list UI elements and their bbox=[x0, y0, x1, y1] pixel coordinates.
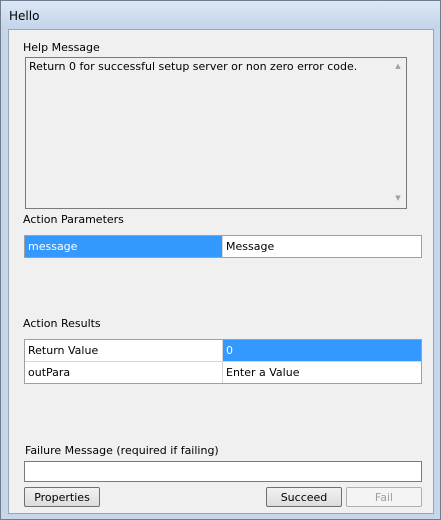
succeed-button[interactable]: Succeed bbox=[266, 487, 342, 507]
dialog-window: Hello Help Message Return 0 for successf… bbox=[0, 0, 441, 520]
parameter-value-cell[interactable]: Message bbox=[223, 236, 421, 257]
properties-button[interactable]: Properties bbox=[24, 487, 100, 507]
action-parameters-grid[interactable]: message Message bbox=[24, 235, 422, 258]
help-message-text: Return 0 for successful setup server or … bbox=[29, 60, 358, 73]
dialog-client-area: Help Message Return 0 for successful set… bbox=[8, 29, 434, 514]
result-value-cell[interactable]: 0 bbox=[223, 340, 421, 361]
failure-message-input[interactable] bbox=[24, 461, 422, 482]
result-name-cell[interactable]: outPara bbox=[25, 362, 223, 383]
action-results-grid[interactable]: Return Value 0 outPara Enter a Value bbox=[24, 339, 422, 384]
scroll-up-arrow-icon[interactable]: ▲ bbox=[390, 59, 406, 73]
result-name-cell[interactable]: Return Value bbox=[25, 340, 223, 361]
help-message-label: Help Message bbox=[23, 41, 100, 54]
action-results-label: Action Results bbox=[23, 317, 101, 330]
table-row[interactable]: Return Value 0 bbox=[25, 340, 421, 362]
title-bar[interactable]: Hello bbox=[1, 1, 440, 29]
window-title: Hello bbox=[9, 9, 40, 23]
failure-message-label: Failure Message (required if failing) bbox=[25, 444, 219, 457]
fail-button[interactable]: Fail bbox=[346, 487, 422, 507]
scroll-down-arrow-icon[interactable]: ▼ bbox=[390, 191, 406, 205]
help-message-textarea[interactable]: Return 0 for successful setup server or … bbox=[25, 57, 407, 209]
help-message-scrollbar[interactable]: ▲ ▼ bbox=[390, 57, 406, 207]
action-parameters-label: Action Parameters bbox=[23, 213, 124, 226]
table-row[interactable]: message Message bbox=[25, 236, 421, 257]
parameter-name-cell[interactable]: message bbox=[25, 236, 223, 257]
result-value-cell[interactable]: Enter a Value bbox=[223, 362, 421, 383]
table-row[interactable]: outPara Enter a Value bbox=[25, 362, 421, 383]
